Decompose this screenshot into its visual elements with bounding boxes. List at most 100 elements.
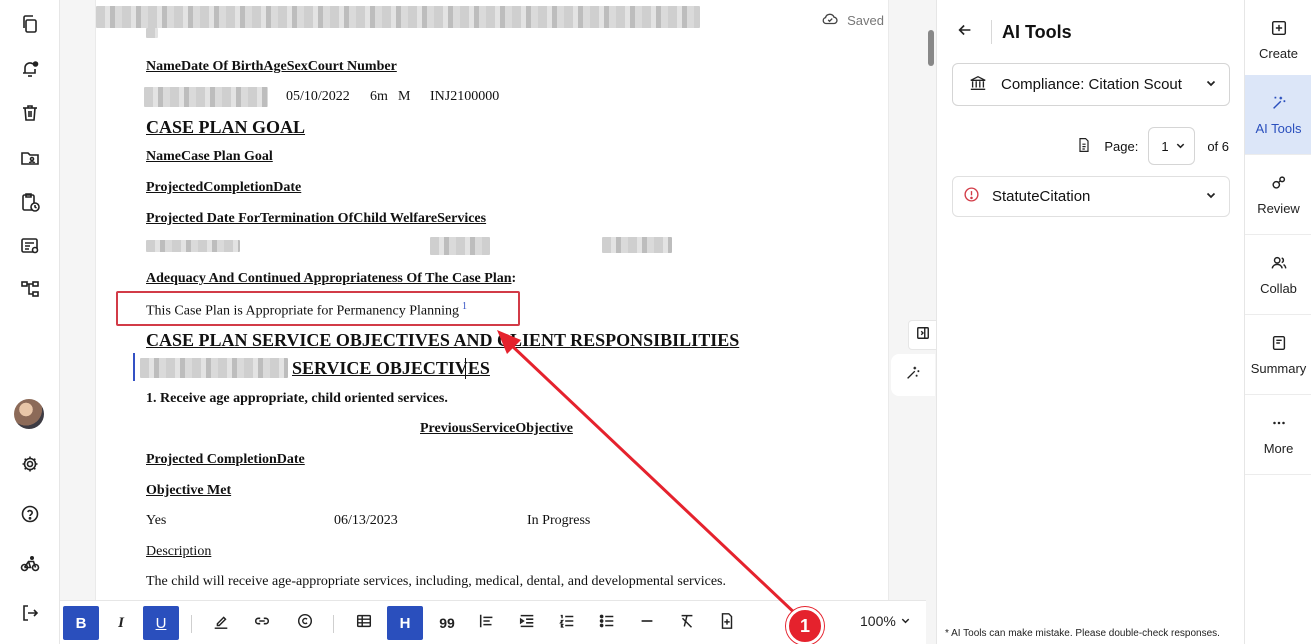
statute-citation-label: StatuteCitation: [992, 188, 1091, 205]
projected-completion-date-2: Projected CompletionDate: [146, 452, 305, 467]
highlighter-icon: [212, 612, 230, 634]
copy-icon[interactable]: [18, 12, 42, 36]
panel-toggle-button[interactable]: [908, 320, 938, 350]
form-settings-icon[interactable]: [18, 234, 42, 258]
citation-button[interactable]: [287, 606, 323, 640]
objective-met-value: Yes: [146, 513, 167, 528]
bold-button[interactable]: B: [63, 606, 99, 640]
scroll-thumb[interactable]: [928, 30, 934, 66]
document-icon: [1270, 334, 1288, 355]
rail-item-label: Create: [1258, 45, 1299, 61]
page-label: Page:: [1104, 138, 1139, 154]
highlight-box: [116, 291, 520, 326]
arrow-left-icon: [956, 21, 974, 44]
alert-circle-icon: [963, 186, 980, 207]
bullet-list-icon: [598, 612, 616, 634]
objective-met-date: 06/13/2023: [334, 513, 398, 528]
heading-button[interactable]: H: [387, 606, 423, 640]
file-plus-icon: [718, 612, 736, 634]
underline-button[interactable]: U: [143, 606, 179, 640]
description-text: The child will receive age-appropriate s…: [146, 574, 726, 589]
help-icon[interactable]: [18, 502, 42, 526]
hierarchy-icon[interactable]: [18, 277, 42, 301]
clear-format-button[interactable]: [669, 606, 705, 640]
saved-label: Saved: [847, 13, 884, 28]
description-label: Description: [146, 544, 212, 559]
highlighter-button[interactable]: [203, 606, 239, 640]
chevron-down-icon: [1205, 188, 1217, 205]
ai-tools-panel: AI Tools Compliance: Citation Scout Page…: [936, 0, 1244, 644]
gear-icon[interactable]: [18, 452, 42, 476]
redacted-name: [140, 358, 288, 378]
page-icon: [1076, 137, 1092, 156]
clear-format-icon: [678, 612, 696, 634]
page-number-select[interactable]: 1: [1148, 127, 1196, 165]
rail-item-summary[interactable]: Summary: [1245, 315, 1311, 395]
tool-select-dropdown[interactable]: Compliance: Citation Scout: [952, 63, 1230, 106]
chevron-down-icon: [900, 613, 911, 629]
user-avatar[interactable]: [14, 399, 44, 429]
align-left-button[interactable]: [469, 606, 505, 640]
redacted-value: [602, 237, 672, 253]
rail-item-ai-tools[interactable]: AI Tools: [1245, 75, 1311, 155]
clipboard-clock-icon[interactable]: [18, 190, 42, 214]
horizontal-rule-button[interactable]: [629, 606, 665, 640]
step-badge: 1: [786, 607, 824, 644]
logout-icon[interactable]: [18, 601, 42, 625]
redacted-fragment: [146, 28, 158, 38]
previous-service-objective: PreviousServiceObjective: [420, 421, 573, 436]
rail-item-label: Review: [1257, 200, 1300, 216]
text-cursor: [133, 353, 135, 381]
rail-item-review[interactable]: Review: [1245, 155, 1311, 235]
rail-item-more[interactable]: More: [1245, 395, 1311, 475]
table-icon: [355, 612, 373, 634]
dob-value: 05/10/2022: [286, 89, 350, 104]
cloud-icon: [821, 10, 839, 31]
more-icon: [1270, 414, 1288, 435]
link-button[interactable]: [244, 606, 280, 640]
ai-panel-title: AI Tools: [1002, 21, 1072, 42]
magic-wand-icon: [904, 364, 922, 387]
service-objectives-subheading: SERVICE OBJECTIVES: [292, 358, 490, 378]
bank-icon: [969, 74, 987, 96]
rail-item-create[interactable]: Create: [1245, 0, 1311, 80]
zoom-select[interactable]: 100%: [860, 613, 911, 629]
folder-user-icon[interactable]: [18, 146, 42, 170]
minus-icon: [638, 612, 656, 634]
rail-item-label: Collab: [1260, 280, 1297, 296]
notification-bell-icon[interactable]: [18, 57, 42, 81]
plus-square-icon: [1270, 19, 1288, 40]
sidebar-toggle-icon: [916, 326, 930, 345]
service-objectives-heading: CASE PLAN SERVICE OBJECTIVES AND CLIENT …: [146, 330, 740, 350]
app-window: NameDate Of BirthAgeSexCourt Number 05/1…: [0, 0, 1311, 644]
objective-status: In Progress: [527, 513, 591, 528]
ordered-list-button[interactable]: [549, 606, 585, 640]
chevron-down-icon: [1175, 139, 1186, 154]
page-number-value: 1: [1161, 138, 1169, 154]
trash-icon[interactable]: [18, 101, 42, 125]
case-plan-goal-heading: CASE PLAN GOAL: [146, 117, 306, 137]
left-rail: [0, 0, 60, 644]
quote-button[interactable]: 99: [429, 606, 465, 640]
right-rail: Create AI Tools Review Collab Summary Mo…: [1244, 0, 1311, 644]
bullet-list-button[interactable]: [589, 606, 625, 640]
ai-disclaimer: * AI Tools can make mistake. Please doub…: [945, 628, 1220, 639]
copyright-icon: [296, 612, 314, 634]
magic-wand-button[interactable]: [891, 354, 935, 396]
rail-item-collab[interactable]: Collab: [1245, 235, 1311, 315]
sex-value: M: [398, 89, 411, 104]
chevron-down-icon: [1205, 76, 1217, 93]
italic-button[interactable]: I: [103, 606, 139, 640]
redacted-title: [96, 6, 700, 28]
saved-status: Saved: [821, 10, 884, 31]
back-button[interactable]: [953, 20, 977, 44]
bicycle-icon[interactable]: [18, 552, 42, 576]
table-button[interactable]: [346, 606, 382, 640]
add-page-button[interactable]: [709, 606, 745, 640]
rail-item-label: AI Tools: [1255, 120, 1302, 136]
indent-button[interactable]: [509, 606, 545, 640]
statute-citation-accordion[interactable]: StatuteCitation: [952, 176, 1230, 217]
caret: [465, 358, 466, 379]
rail-item-label: More: [1263, 440, 1294, 456]
header-divider: [991, 20, 992, 44]
